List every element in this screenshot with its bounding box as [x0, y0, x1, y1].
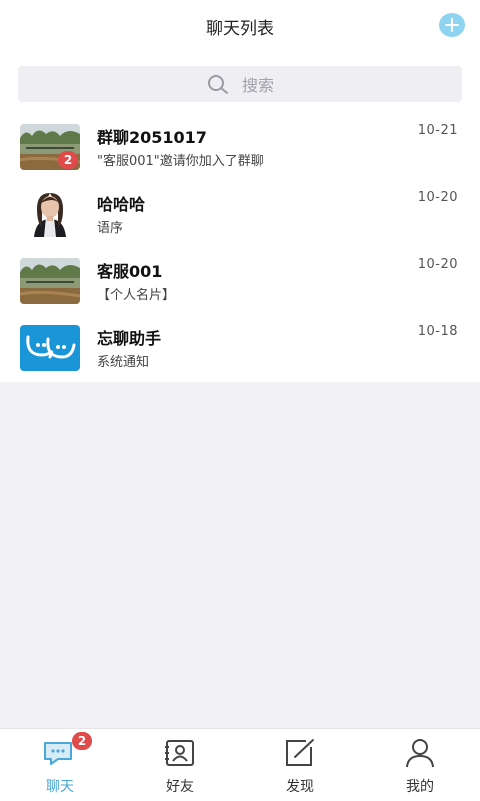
conversation-time: 10-18 [417, 324, 458, 339]
conversation-last-message: "客服001"邀请你加入了群聊 [97, 154, 264, 169]
tab-unread-badge: 2 [72, 732, 92, 750]
conversation-item[interactable]: 2 群聊2051017 "客服001"邀请你加入了群聊 10-21 [0, 114, 480, 181]
tab-profile[interactable]: 我的 [360, 729, 480, 801]
conversation-item[interactable]: 忘聊助手 系统通知 10-18 [0, 315, 480, 382]
user-avatar [20, 191, 80, 237]
conversation-last-message: 【个人名片】 [97, 288, 176, 303]
search-bar[interactable]: 搜索 [18, 66, 462, 102]
conversation-item[interactable]: 客服001 【个人名片】 10-20 [0, 248, 480, 315]
unread-badge: 2 [58, 151, 78, 169]
page-title: 聊天列表 [206, 19, 274, 39]
conversation-name: 哈哈哈 [97, 195, 146, 214]
tab-label: 聊天 [46, 779, 74, 795]
conversation-time: 10-20 [417, 190, 458, 205]
user-avatar [20, 258, 80, 304]
discover-icon [286, 739, 314, 766]
tab-discover[interactable]: 发现 [240, 729, 360, 801]
tab-chat[interactable]: 2 聊天 [0, 729, 120, 801]
add-button[interactable] [439, 13, 465, 37]
search-placeholder: 搜索 [241, 76, 274, 95]
tab-label: 我的 [406, 779, 434, 795]
conversation-list: 2 群聊2051017 "客服001"邀请你加入了群聊 10-21 哈哈哈 语序… [0, 114, 480, 382]
conversation-item[interactable]: 哈哈哈 语序 10-20 [0, 181, 480, 248]
bottom-tab-bar: 2 聊天 好友 发现 我的 [0, 728, 480, 801]
tab-label: 好友 [166, 779, 194, 795]
conversation-last-message: 语序 [97, 221, 124, 236]
conversation-name: 客服001 [97, 262, 163, 281]
conversation-name: 忘聊助手 [97, 329, 162, 348]
plus-icon [445, 18, 459, 32]
search-icon [207, 75, 228, 94]
header: 聊天列表 [0, 0, 480, 52]
conversation-time: 10-20 [417, 257, 458, 272]
contacts-icon [165, 740, 194, 766]
conversation-last-message: 系统通知 [97, 355, 150, 370]
conversation-name: 群聊2051017 [97, 128, 207, 147]
tab-label: 发现 [286, 779, 314, 795]
tab-friends[interactable]: 好友 [120, 729, 240, 801]
assistant-logo-avatar [20, 325, 80, 371]
profile-icon [406, 739, 434, 768]
conversation-time: 10-21 [417, 123, 458, 138]
